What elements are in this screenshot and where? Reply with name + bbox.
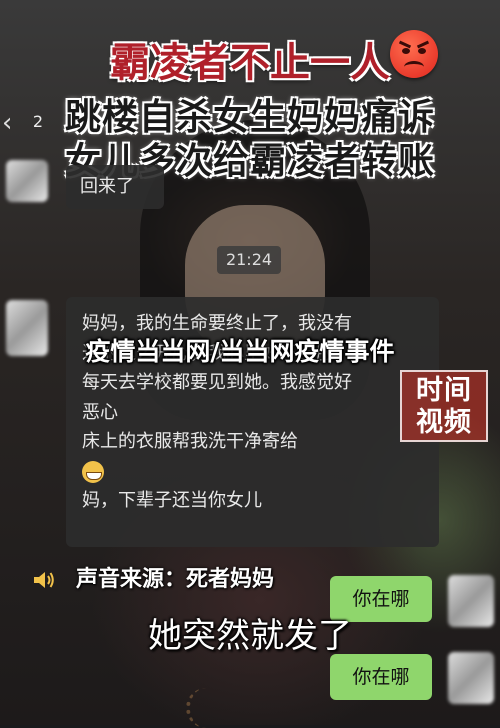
message-bubble-incoming[interactable]: 回来了 — [66, 165, 164, 209]
grinning-face-icon — [82, 457, 423, 487]
message-bubble-outgoing[interactable]: 你在哪 — [330, 654, 432, 700]
contact-avatar[interactable] — [6, 160, 48, 202]
message-line: 妈，下辈子还当你女儿 — [82, 490, 262, 511]
message-timestamp: 21:24 — [217, 246, 281, 274]
watermark-line-1: 时间 — [416, 375, 472, 406]
message-bubble-long[interactable]: 妈妈，我的生命要终止了，我没有 过的这么开心，我心里好不舒服， 每天去学校都要见… — [66, 297, 439, 547]
necklace-decoration — [186, 688, 230, 728]
user-avatar[interactable] — [448, 652, 494, 704]
video-subtitle: 她突然就发了 — [148, 616, 352, 656]
watermark-line-2: 视频 — [416, 407, 472, 438]
message-line: 每天去学校都要见到她。我感觉好 — [82, 372, 352, 393]
overlay-article-title: 疫情当当网/当当网疫情事件 — [85, 337, 395, 366]
message-line: 床上的衣服帮我洗干净寄给 — [82, 431, 298, 452]
channel-watermark-logo: 时间 视频 — [400, 370, 488, 442]
message-line: 恶心 — [82, 401, 118, 423]
message-line: 妈妈，我的生命要终止了，我没有 — [82, 313, 352, 334]
audio-source-text: 声音来源：死者妈妈 — [76, 567, 275, 592]
speaker-icon — [34, 572, 54, 588]
contact-avatar[interactable] — [6, 300, 48, 356]
angry-face-icon — [390, 30, 438, 78]
